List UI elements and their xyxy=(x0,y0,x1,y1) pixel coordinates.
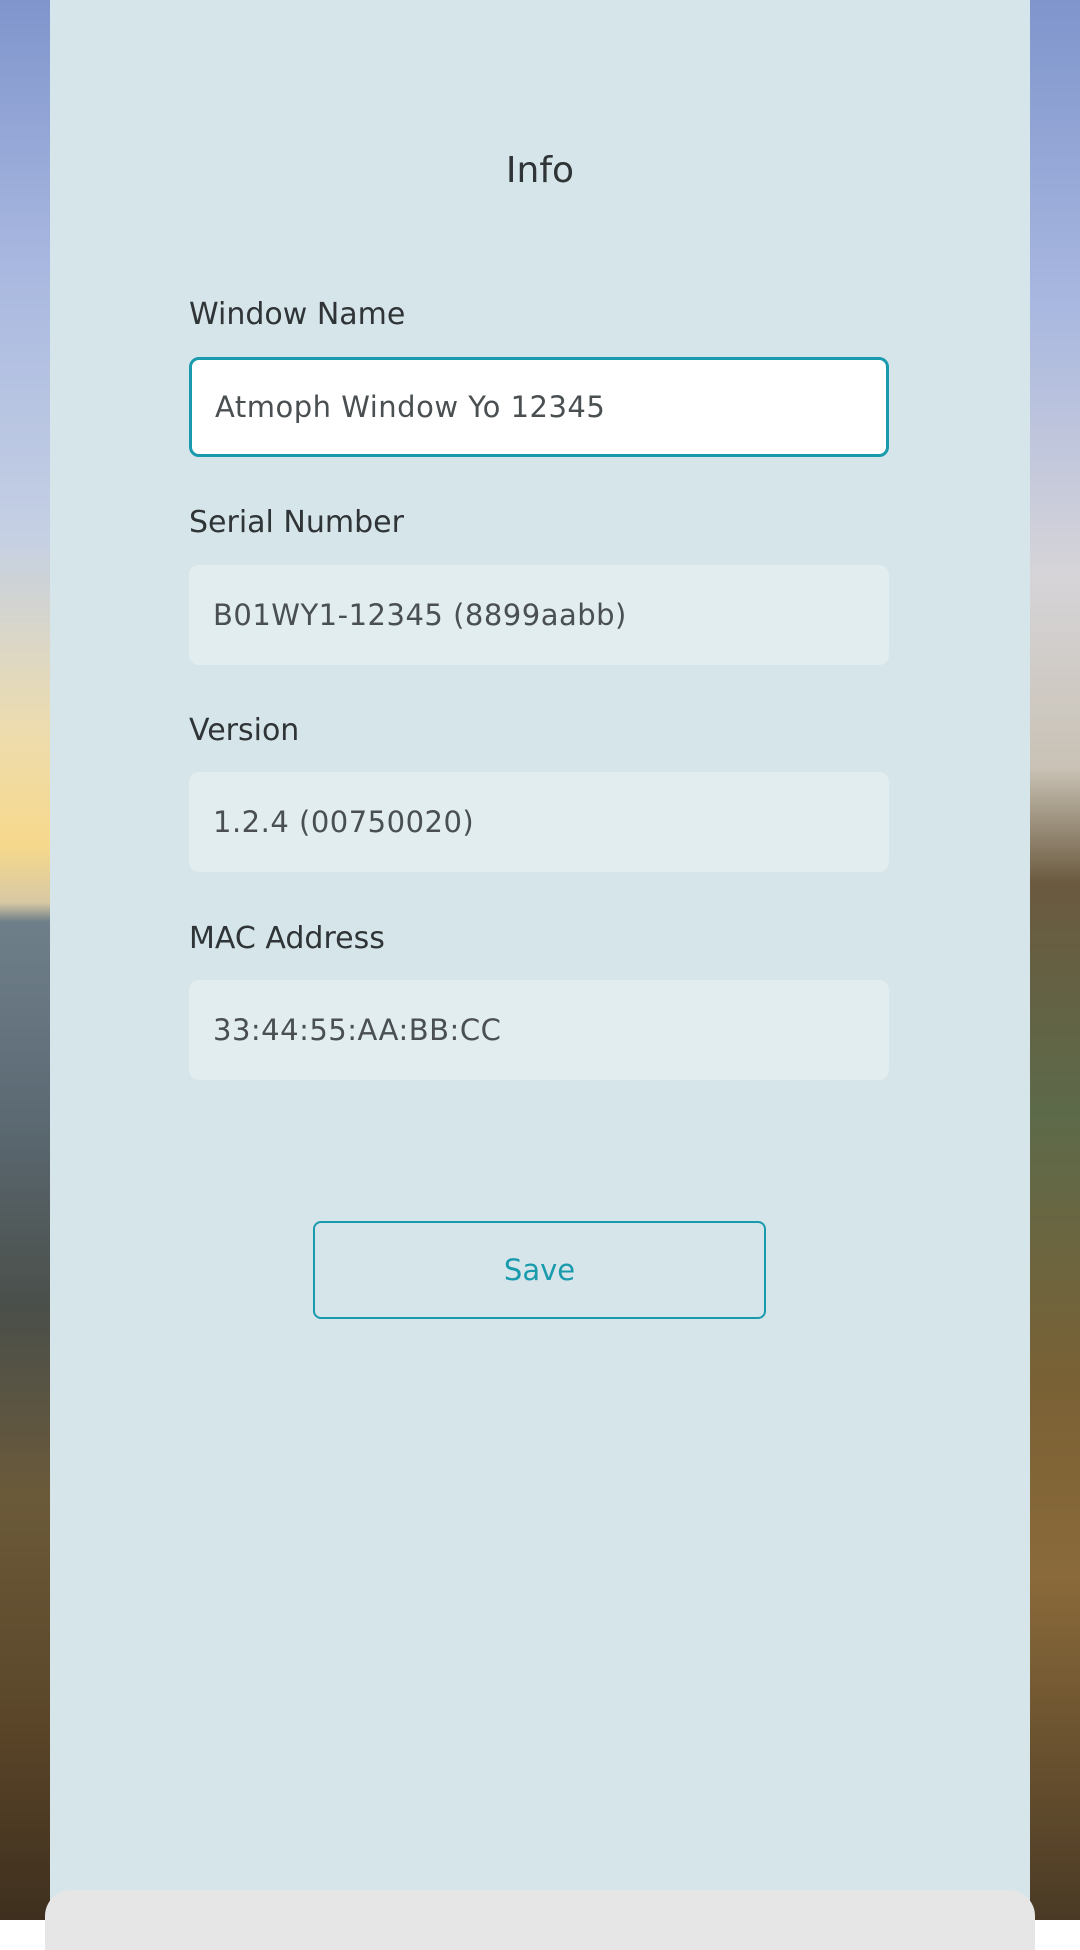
window-name-input[interactable] xyxy=(213,389,857,425)
version-label: Version xyxy=(189,713,300,748)
window-name-label: Window Name xyxy=(189,297,406,332)
version-field: 1.2.4 (00750020) xyxy=(189,772,889,872)
info-panel: Info Window Name Serial Number B01WY1-12… xyxy=(50,0,1030,1920)
mac-address-field: 33:44:55:AA:BB:CC xyxy=(189,980,889,1080)
serial-number-field: B01WY1-12345 (8899aabb) xyxy=(189,565,889,665)
page-title: Info xyxy=(505,150,575,191)
save-button[interactable]: Save xyxy=(313,1221,766,1319)
bottom-sheet-handle[interactable] xyxy=(45,1890,1035,1950)
background-landscape-right xyxy=(1030,0,1080,1920)
mac-address-label: MAC Address xyxy=(189,921,385,956)
window-name-field[interactable] xyxy=(189,357,889,457)
serial-number-label: Serial Number xyxy=(189,505,404,540)
